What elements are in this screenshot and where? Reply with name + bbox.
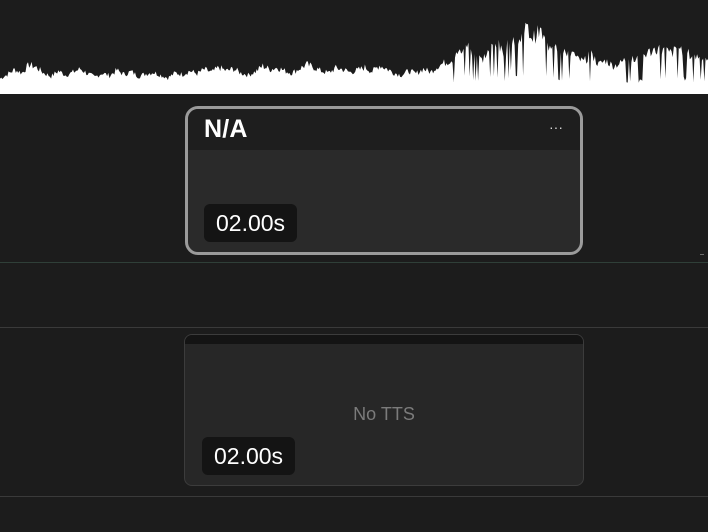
clip-title: N/A [204, 115, 248, 143]
tts-clip[interactable]: No TTS 02.00s [184, 334, 584, 486]
track-separator [0, 327, 708, 328]
waveform-shape [0, 22, 708, 94]
waveform-graphic [0, 22, 708, 94]
clip-header: N/A ··· [188, 109, 580, 150]
more-horizontal-icon[interactable]: ··· [549, 120, 563, 134]
track-separator [0, 262, 708, 263]
tts-status-label: No TTS [353, 404, 415, 424]
timeline-editor: N/A ··· 02.00s No TTS 02.00s [0, 0, 708, 532]
clip-duration-badge: 02.00s [204, 204, 298, 242]
selected-clip[interactable]: N/A ··· 02.00s [185, 106, 583, 255]
audio-waveform[interactable] [0, 0, 708, 94]
clip-duration-badge: 02.00s [202, 437, 296, 475]
track-separator [0, 496, 708, 497]
clip-header-strip [185, 335, 583, 344]
track-marker [700, 254, 704, 255]
